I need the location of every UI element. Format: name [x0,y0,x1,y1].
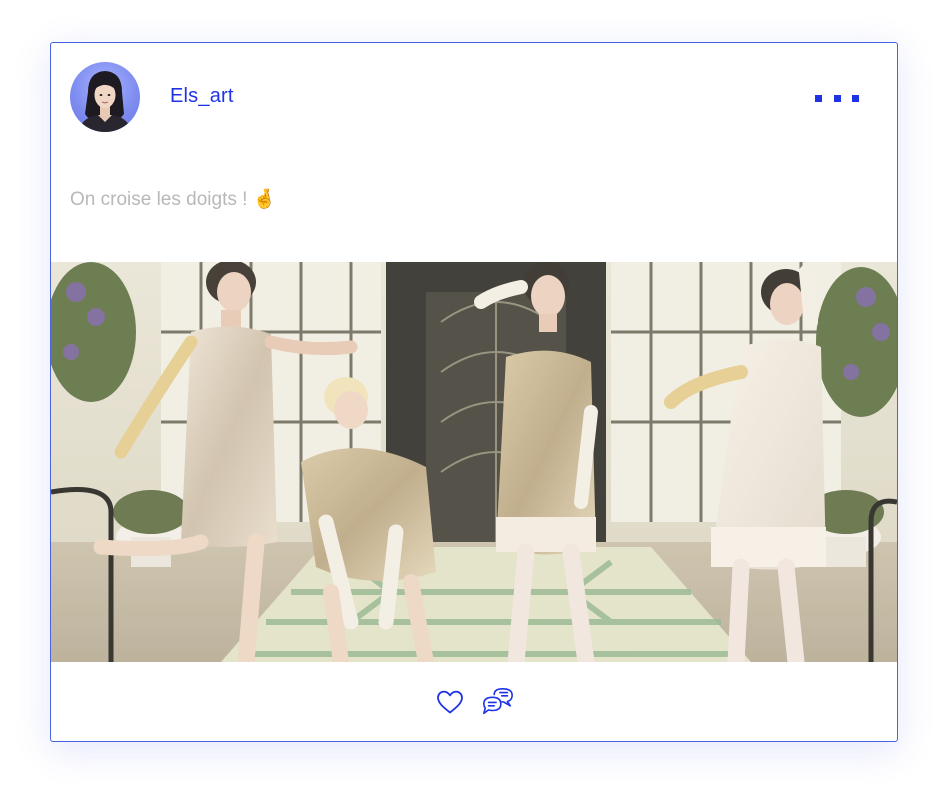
post-card: Els_art On croise les doigts ! 🤞 [50,42,898,742]
username[interactable]: Els_art [170,85,234,108]
more-options-button[interactable] [815,87,859,109]
heart-icon [437,690,463,713]
more-dot-icon [815,94,822,102]
post-actions [51,662,897,741]
more-dot-icon [833,94,841,102]
comment-icon [483,687,513,714]
avatar[interactable] [70,62,140,132]
post-image[interactable] [51,262,897,662]
more-dot-icon [852,94,859,102]
like-button[interactable] [433,685,467,719]
avatar-portrait [78,71,132,132]
post-caption: On croise les doigts ! 🤞 [70,189,277,210]
comment-button[interactable] [481,685,515,719]
